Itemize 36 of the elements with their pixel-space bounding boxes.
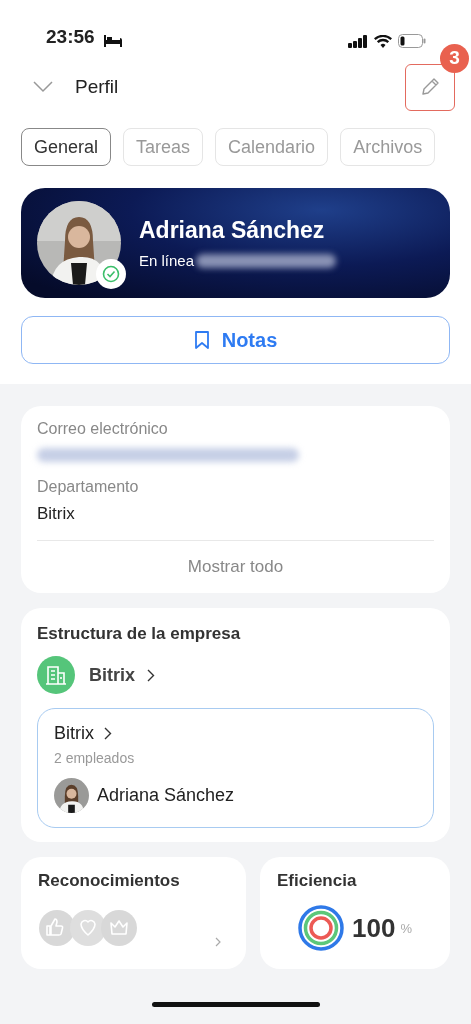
department-card[interactable]: Bitrix 2 empleados Adriana Sánchez <box>37 708 434 828</box>
section-title: Eficiencia <box>277 871 357 890</box>
notes-button[interactable]: Notas <box>21 316 450 364</box>
status-time: 23:56 <box>46 26 95 48</box>
field-value: Bitrix <box>37 504 76 524</box>
efficiency-value: 100 <box>352 912 396 944</box>
profile-name: Adriana Sánchez <box>139 217 326 244</box>
bed-icon <box>102 34 123 48</box>
chevron-down-icon[interactable] <box>33 81 53 93</box>
battery-icon <box>398 34 426 48</box>
employee-count: 2 empleados <box>54 750 136 766</box>
page-title: Perfil <box>75 76 119 98</box>
chevron-right-icon <box>104 727 112 740</box>
percent-unit: % <box>400 920 412 936</box>
online-status: En línea <box>139 252 195 269</box>
field-label: Correo electrónico <box>37 420 169 438</box>
company-link[interactable]: Bitrix <box>89 664 135 686</box>
department-name: Bitrix <box>54 723 94 744</box>
tab[interactable]: General <box>21 128 112 166</box>
efficiency-card[interactable]: Eficiencia 100 % <box>260 857 450 969</box>
notification-badge: 3 <box>440 43 469 73</box>
section-title: Reconocimientos <box>38 871 180 890</box>
field-label: Departamento <box>37 478 140 496</box>
signal-icon <box>348 35 368 48</box>
edit-button[interactable] <box>405 63 455 111</box>
wifi-icon <box>374 35 392 48</box>
chevron-right-icon <box>215 937 221 947</box>
bookmark-icon <box>193 330 210 350</box>
recognitions-card[interactable]: Reconocimientos <box>21 857 246 969</box>
pencil-icon <box>419 76 441 98</box>
section-title: Estructura de la empresa <box>37 624 241 643</box>
chevron-right-icon <box>147 668 155 682</box>
show-all-link[interactable]: Mostrar todo <box>37 541 434 581</box>
member-name: Adriana Sánchez <box>97 785 235 806</box>
rings-drawing <box>298 905 344 951</box>
building-icon <box>37 656 75 694</box>
